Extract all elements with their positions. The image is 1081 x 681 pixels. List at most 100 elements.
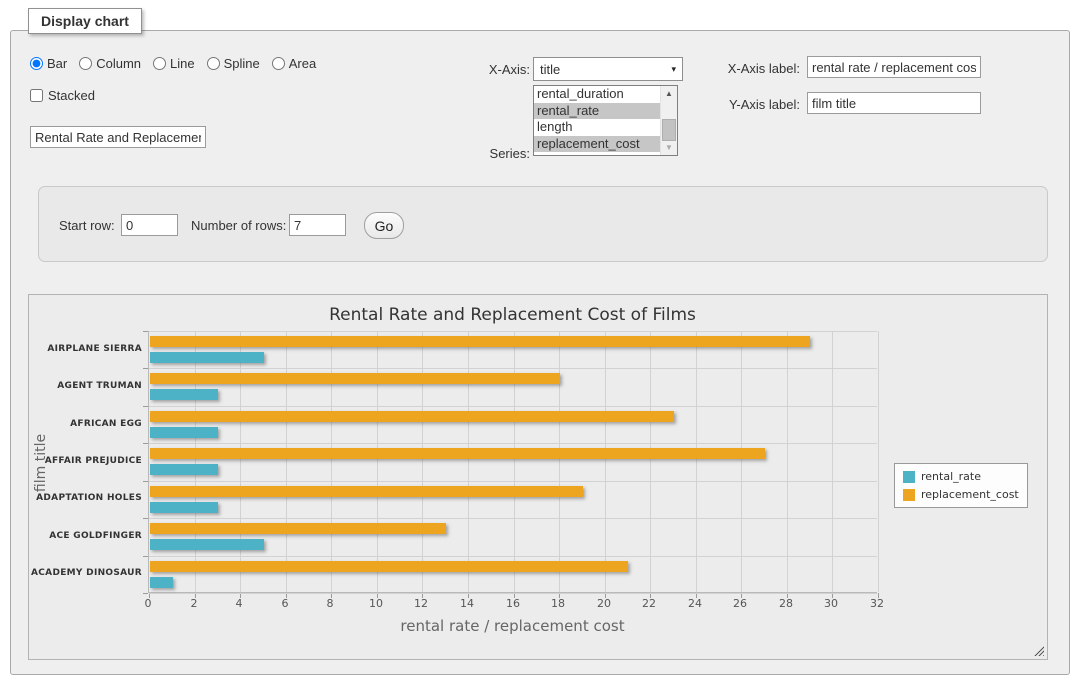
chart-legend: rental_rate replacement_cost: [894, 463, 1028, 508]
bar-replacement_cost[interactable]: [150, 523, 446, 534]
x-tick-label: 18: [543, 597, 573, 610]
legend-swatch-icon: [903, 489, 915, 501]
y-axis-label-label: Y-Axis label:: [712, 97, 800, 112]
y-tick: [143, 368, 148, 369]
gridline: [331, 331, 332, 592]
chart-type-radio-area[interactable]: [272, 57, 285, 70]
bar-rental_rate[interactable]: [150, 502, 218, 513]
start-row-input[interactable]: [121, 214, 178, 236]
category-label: AFRICAN EGG: [0, 419, 142, 429]
category-label: ACADEMY DINOSAUR: [0, 568, 142, 578]
series-listbox-scrollbar[interactable]: ▲ ▼: [660, 86, 677, 155]
bar-replacement_cost[interactable]: [150, 411, 674, 422]
bar-rental_rate[interactable]: [150, 352, 264, 363]
bar-rental_rate[interactable]: [150, 427, 218, 438]
x-tick-label: 0: [133, 597, 163, 610]
x-tick-label: 14: [452, 597, 482, 610]
scroll-down-icon[interactable]: ▼: [661, 140, 677, 155]
chart-type-label-bar[interactable]: Bar: [47, 56, 67, 71]
gridline: [377, 331, 378, 592]
scrollbar-thumb[interactable]: [662, 119, 676, 141]
gridline: [605, 331, 606, 592]
y-tick: [143, 518, 148, 519]
gridline: [559, 331, 560, 592]
bar-rental_rate[interactable]: [150, 389, 218, 400]
chevron-down-icon: ▾: [671, 64, 676, 75]
x-tick-label: 30: [816, 597, 846, 610]
bar-replacement_cost[interactable]: [150, 448, 765, 459]
chart-type-label-spline[interactable]: Spline: [224, 56, 260, 71]
stacked-label: Stacked: [48, 88, 95, 103]
stacked-checkbox[interactable]: [30, 89, 43, 102]
y-tick: [143, 593, 148, 594]
category-label: AGENT TRUMAN: [0, 381, 142, 391]
legend-item-replacement_cost[interactable]: replacement_cost: [903, 488, 1019, 501]
gridline: [741, 331, 742, 592]
x-tick-label: 16: [498, 597, 528, 610]
x-tick-label: 20: [589, 597, 619, 610]
x-axis-label-label: X-Axis label:: [712, 61, 800, 76]
chart-type-label-area[interactable]: Area: [289, 56, 316, 71]
bar-rental_rate[interactable]: [150, 539, 264, 550]
gridline: [286, 331, 287, 592]
series-options: rental_durationrental_ratelengthreplacem…: [534, 86, 660, 155]
chart-type-label-column[interactable]: Column: [96, 56, 141, 71]
category-label: ACE GOLDFINGER: [0, 531, 142, 541]
x-tick-label: 32: [862, 597, 892, 610]
gridline: [149, 518, 877, 519]
gridline: [149, 406, 877, 407]
series-option-rental_duration[interactable]: rental_duration: [534, 86, 660, 103]
go-button[interactable]: Go: [364, 212, 404, 239]
chart-type-radio-spline[interactable]: [207, 57, 220, 70]
bar-replacement_cost[interactable]: [150, 486, 583, 497]
gridline: [240, 331, 241, 592]
bar-rental_rate[interactable]: [150, 577, 173, 588]
series-option-length[interactable]: length: [534, 119, 660, 136]
num-rows-input[interactable]: [289, 214, 346, 236]
chart-title: Rental Rate and Replacement Cost of Film…: [148, 305, 877, 325]
chart-type-radio-bar[interactable]: [30, 57, 43, 70]
plot-area: AIRPLANE SIERRAAGENT TRUMANAFRICAN EGGAF…: [148, 331, 877, 593]
category-label: ADAPTATION HOLES: [0, 493, 142, 503]
series-option-rental_rate[interactable]: rental_rate: [534, 103, 660, 120]
gridline: [149, 481, 877, 482]
gridline: [832, 331, 833, 592]
x-axis-title: rental rate / replacement cost: [148, 617, 877, 635]
gridline: [514, 331, 515, 592]
x-tick-label: 10: [361, 597, 391, 610]
legend-item-rental_rate[interactable]: rental_rate: [903, 470, 1019, 483]
bar-replacement_cost[interactable]: [150, 336, 810, 347]
start-row-label: Start row:: [59, 218, 115, 233]
chart-type-label-line[interactable]: Line: [170, 56, 195, 71]
page: Display chart BarColumnLineSplineArea St…: [0, 0, 1081, 681]
chart-type-radio-column[interactable]: [79, 57, 92, 70]
gridline: [787, 331, 788, 592]
y-axis-label-input[interactable]: [807, 92, 981, 114]
resize-handle-icon[interactable]: [1033, 645, 1044, 656]
bar-replacement_cost[interactable]: [150, 561, 628, 572]
chart-panel: Rental Rate and Replacement Cost of Film…: [28, 294, 1048, 660]
x-axis-select-value: title: [540, 62, 560, 77]
gridline: [422, 331, 423, 592]
y-tick: [143, 443, 148, 444]
chart-title-input[interactable]: [30, 126, 206, 148]
y-tick: [143, 331, 148, 332]
y-tick: [143, 556, 148, 557]
scroll-up-icon[interactable]: ▲: [661, 86, 677, 101]
chart-type-radio-line[interactable]: [153, 57, 166, 70]
bar-replacement_cost[interactable]: [150, 373, 560, 384]
series-option-replacement_cost[interactable]: replacement_cost: [534, 136, 660, 153]
gridline: [149, 368, 877, 369]
legend-swatch-icon: [903, 471, 915, 483]
gridline: [149, 593, 877, 594]
x-axis-select[interactable]: title ▾: [533, 57, 683, 81]
gridline: [650, 331, 651, 592]
num-rows-label: Number of rows:: [191, 218, 286, 233]
bar-rental_rate[interactable]: [150, 464, 218, 475]
category-label: AFFAIR PREJUDICE: [0, 456, 142, 466]
series-listbox[interactable]: rental_durationrental_ratelengthreplacem…: [533, 85, 678, 156]
gridline: [696, 331, 697, 592]
x-axis-label-input[interactable]: [807, 56, 981, 78]
gridline: [878, 331, 879, 592]
x-tick-label: 4: [224, 597, 254, 610]
